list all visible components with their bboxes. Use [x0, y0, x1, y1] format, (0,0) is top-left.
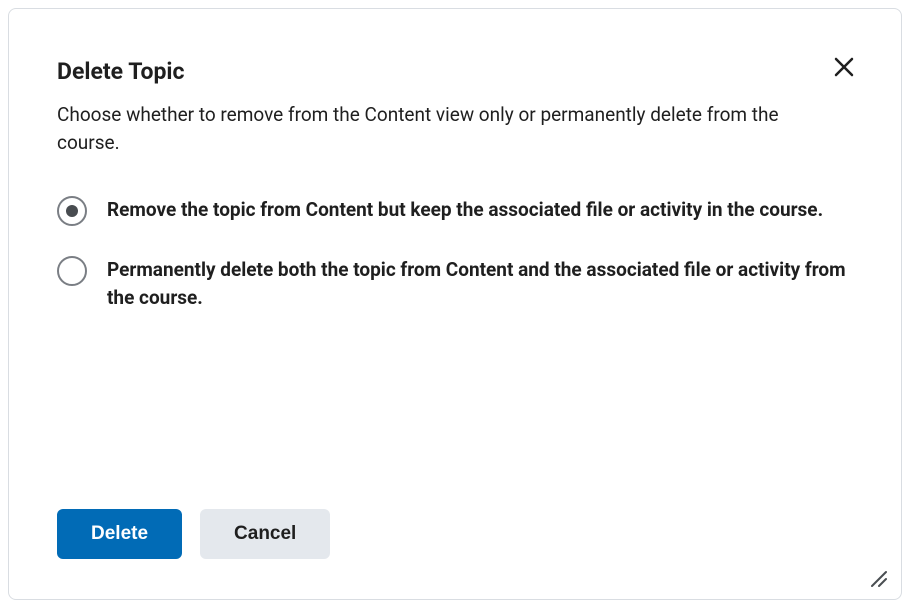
delete-topic-dialog: Delete Topic Choose whether to remove fr… [8, 8, 902, 600]
option-label: Remove the topic from Content but keep t… [107, 196, 823, 225]
radio-button[interactable] [57, 196, 87, 226]
cancel-button[interactable]: Cancel [200, 509, 330, 559]
dialog-subtitle: Choose whether to remove from the Conten… [57, 101, 837, 158]
close-button[interactable] [831, 53, 857, 85]
option-permanent-delete[interactable]: Permanently delete both the topic from C… [57, 256, 853, 313]
delete-button[interactable]: Delete [57, 509, 182, 559]
option-label: Permanently delete both the topic from C… [107, 256, 847, 313]
dialog-header: Delete Topic [57, 57, 853, 87]
dialog-title: Delete Topic [57, 57, 185, 87]
option-remove-only[interactable]: Remove the topic from Content but keep t… [57, 196, 853, 226]
close-icon [833, 56, 855, 78]
radio-button[interactable] [57, 256, 87, 286]
resize-icon [869, 569, 887, 587]
resize-handle[interactable] [867, 567, 887, 587]
dialog-footer: Delete Cancel [57, 509, 853, 559]
options-group: Remove the topic from Content but keep t… [57, 196, 853, 313]
